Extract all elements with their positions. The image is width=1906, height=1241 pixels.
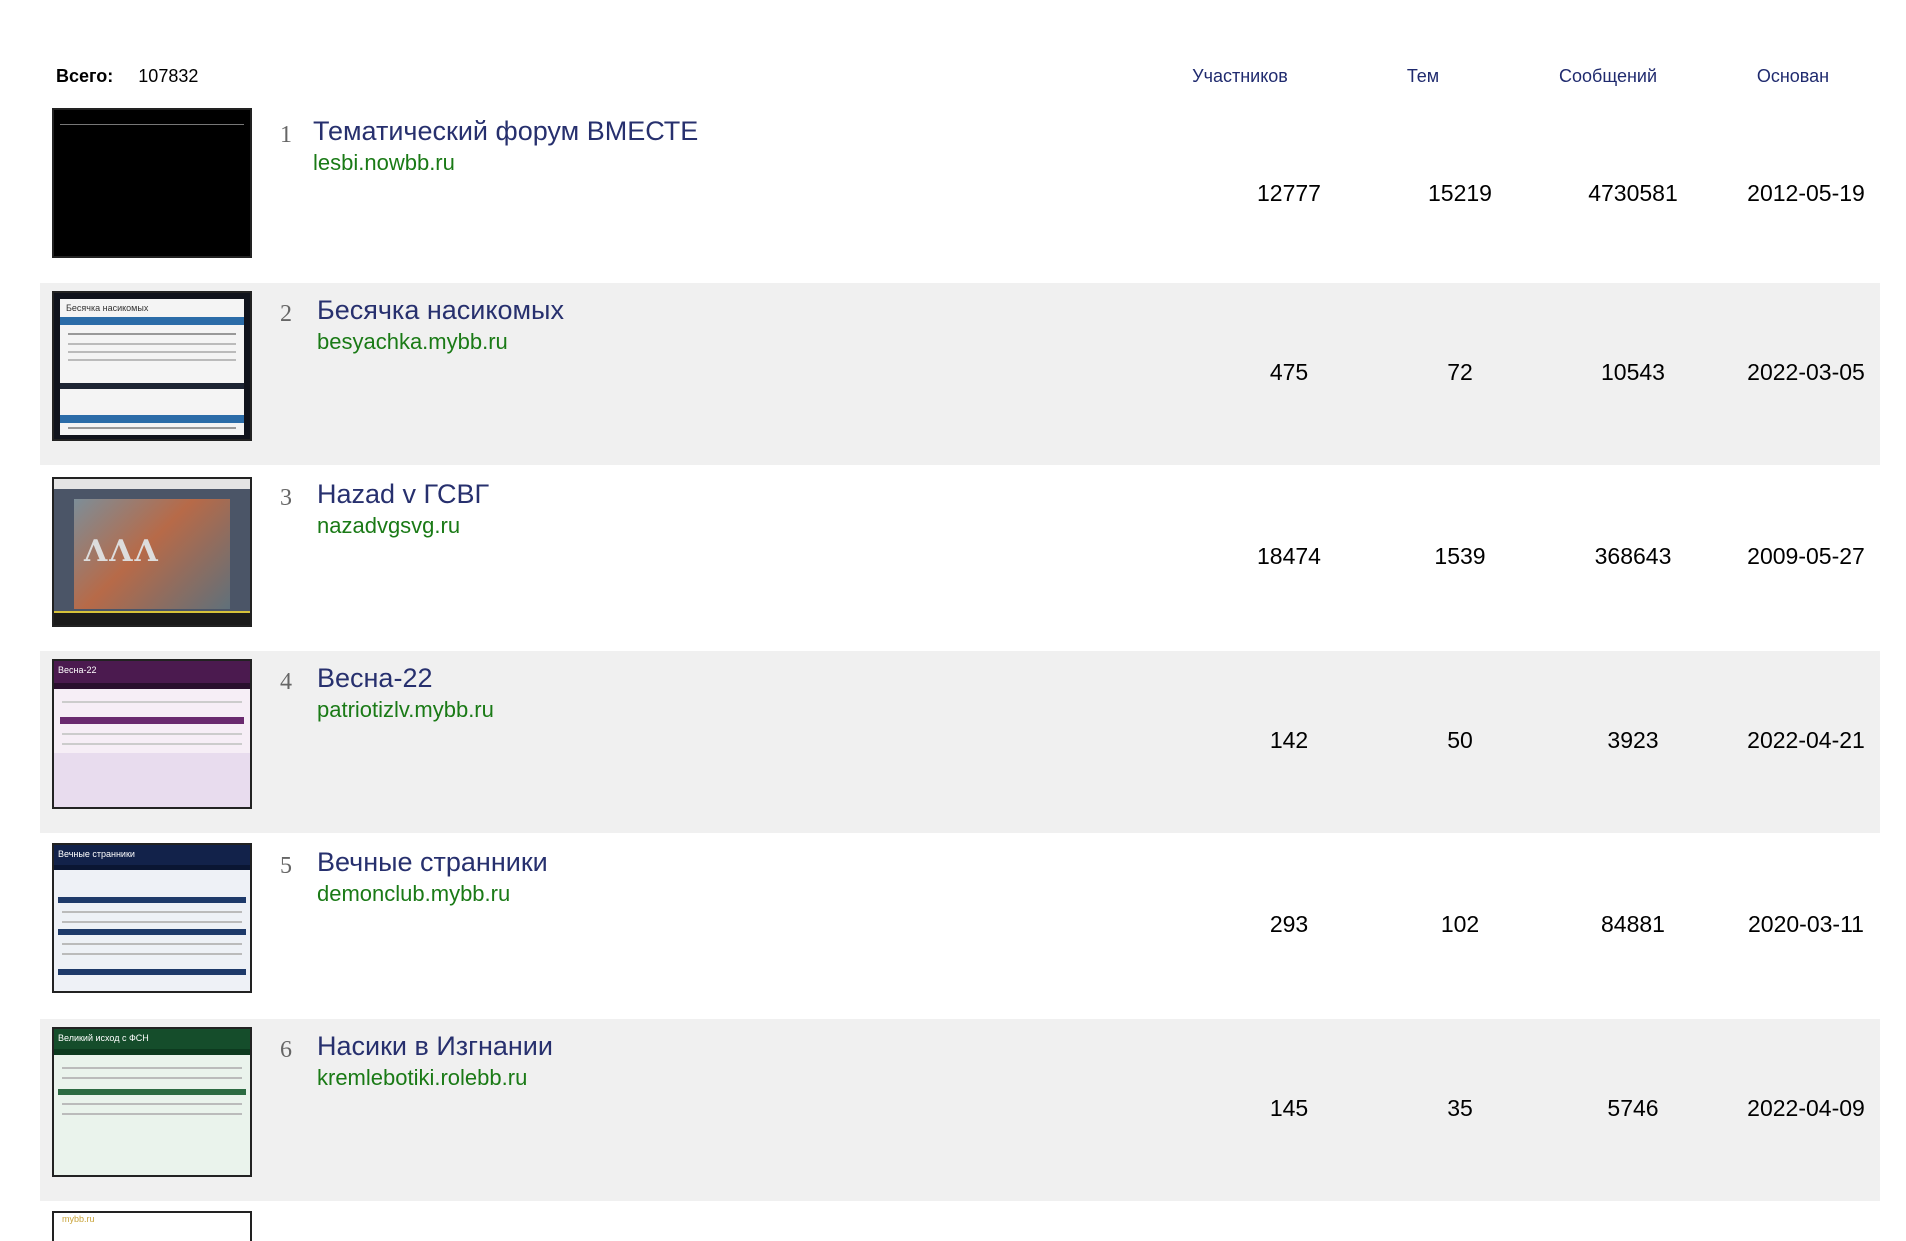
forum-thumbnail[interactable]: mybb.ru <box>52 1211 252 1241</box>
posts-count: 10543 <box>1601 359 1665 385</box>
forum-row: 1 Тематический форум ВМЕСТЕ lesbi.nowbb.… <box>40 104 1880 286</box>
topics-count: 35 <box>1447 1095 1473 1121</box>
forum-thumbnail[interactable]: ΛΛΛ <box>52 477 252 627</box>
members-count: 145 <box>1269 1095 1309 1121</box>
forum-thumbnail[interactable]: Бесячка насикомых <box>52 291 252 441</box>
founded-date: 2020-03-11 <box>1748 911 1864 937</box>
forum-domain-link[interactable]: demonclub.mybb.ru <box>317 881 510 907</box>
forum-title-link[interactable]: Насики в Изгнании <box>317 1031 553 1062</box>
forum-row: mybb.ru <box>40 1203 1880 1241</box>
forum-title-link[interactable]: Hazad v ГСВГ <box>317 479 489 510</box>
column-header-topics[interactable]: Тем <box>1333 66 1513 87</box>
column-header-members[interactable]: Участников <box>1150 66 1330 87</box>
members-count: 12777 <box>1257 180 1321 206</box>
forum-title-link[interactable]: Весна-22 <box>317 663 432 694</box>
thumbnail-caption: Весна-22 <box>58 665 97 675</box>
forum-domain-link[interactable]: kremlebotiki.rolebb.ru <box>317 1065 527 1091</box>
forum-row: Весна-22 4 Весна-22 patriotizlv.mybb.ru … <box>40 651 1880 833</box>
posts-count: 84881 <box>1601 911 1665 937</box>
posts-count: 368643 <box>1594 543 1672 569</box>
forum-title-link[interactable]: Вечные странники <box>317 847 548 878</box>
members-count: 142 <box>1269 727 1309 753</box>
forum-rank: 6 <box>280 1037 292 1063</box>
thumbnail-caption: Бесячка насикомых <box>66 303 149 313</box>
members-count: 18474 <box>1257 543 1321 569</box>
founded-date: 2022-03-05 <box>1747 359 1865 385</box>
forum-row: Великий исход с ФСН 6 Насики в Изгнании … <box>40 1019 1880 1201</box>
posts-count: 4730581 <box>1588 180 1678 206</box>
posts-count: 3923 <box>1607 727 1659 753</box>
founded-date: 2022-04-21 <box>1747 727 1865 753</box>
topics-count: 1539 <box>1434 543 1486 569</box>
forum-title-link[interactable]: Бесячка насикомых <box>317 295 564 326</box>
forum-rank: 1 <box>280 122 292 148</box>
topics-count: 72 <box>1447 359 1473 385</box>
forum-row: ΛΛΛ 3 Hazad v ГСВГ nazadvgsvg.ru 18474 1… <box>40 467 1880 649</box>
column-header-founded[interactable]: Основан <box>1703 66 1883 87</box>
forum-thumbnail[interactable]: Великий исход с ФСН <box>52 1027 252 1177</box>
total-summary: Всего: 107832 <box>56 66 198 87</box>
total-label: Всего: <box>56 66 114 86</box>
forum-thumbnail[interactable] <box>52 108 252 258</box>
posts-count: 5746 <box>1607 1095 1659 1121</box>
thumbnail-caption: Вечные странники <box>58 849 135 859</box>
members-count: 475 <box>1269 359 1309 385</box>
founded-date: 2012-05-19 <box>1747 180 1865 206</box>
forum-rank: 3 <box>280 485 292 511</box>
forum-domain-link[interactable]: patriotizlv.mybb.ru <box>317 697 494 723</box>
topics-count: 50 <box>1447 727 1473 753</box>
column-header-posts[interactable]: Сообщений <box>1518 66 1698 87</box>
forum-thumbnail[interactable]: Вечные странники <box>52 843 252 993</box>
founded-date: 2009-05-27 <box>1747 543 1865 569</box>
topics-count: 102 <box>1440 911 1480 937</box>
forum-domain-link[interactable]: nazadvgsvg.ru <box>317 513 460 539</box>
members-count: 293 <box>1269 911 1309 937</box>
thumbnail-caption: Великий исход с ФСН <box>58 1033 149 1043</box>
forum-rank: 5 <box>280 853 292 879</box>
thumbnail-caption: mybb.ru <box>62 1214 95 1224</box>
forum-domain-link[interactable]: besyachka.mybb.ru <box>317 329 508 355</box>
forum-thumbnail[interactable]: Весна-22 <box>52 659 252 809</box>
founded-date: 2022-04-09 <box>1747 1095 1865 1121</box>
forum-row: Бесячка насикомых 2 Бесячка насикомых be… <box>40 283 1880 465</box>
topics-count: 15219 <box>1428 180 1492 206</box>
forum-domain-link[interactable]: lesbi.nowbb.ru <box>313 150 455 176</box>
forum-rank: 4 <box>280 669 292 695</box>
forum-row: Вечные странники 5 Вечные странники demo… <box>40 835 1880 1017</box>
forum-title-link[interactable]: Тематический форум ВМЕСТЕ <box>313 116 698 147</box>
forum-rank: 2 <box>280 301 292 327</box>
total-value: 107832 <box>138 66 199 86</box>
